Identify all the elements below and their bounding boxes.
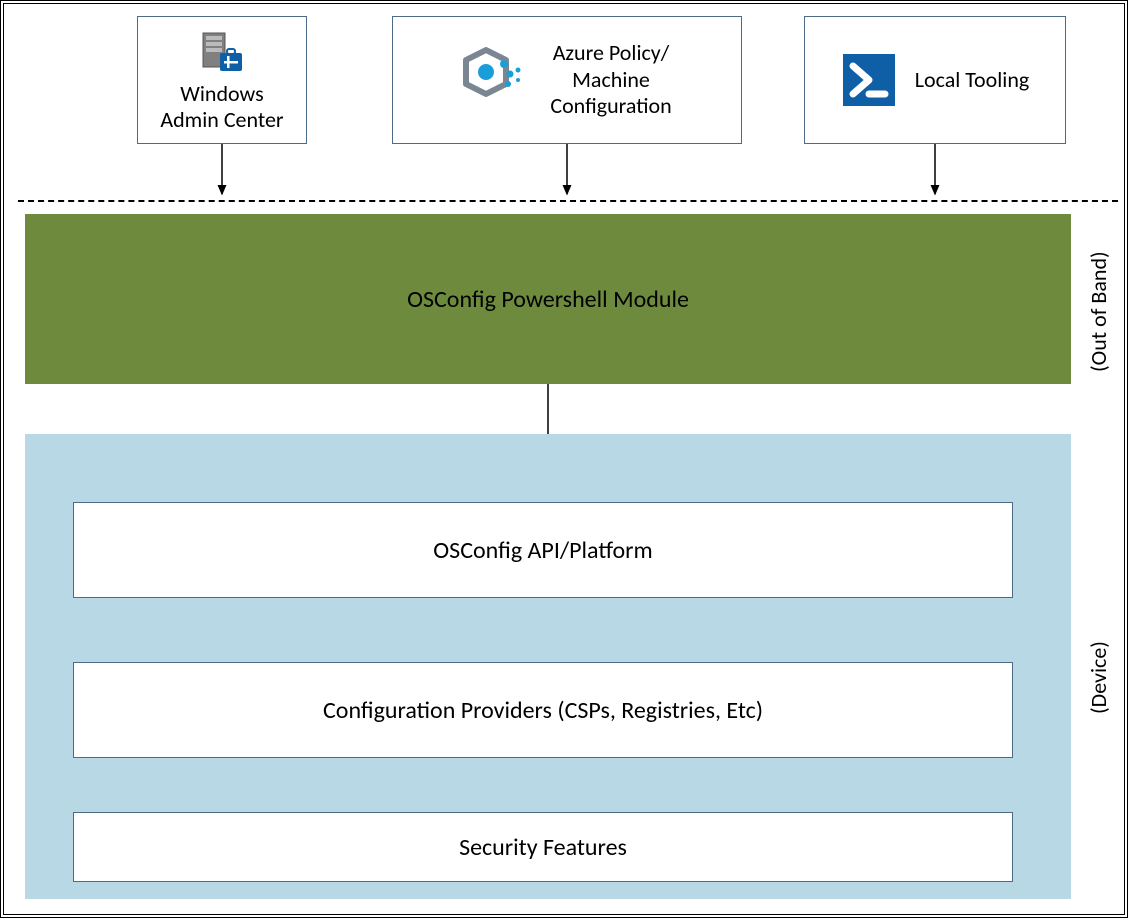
- device-block: OSConfig API/Platform Configuration Prov…: [25, 434, 1071, 899]
- inner-config-providers: Configuration Providers (CSPs, Registrie…: [73, 662, 1013, 758]
- side-label-out-of-band: (Out of Band): [1085, 222, 1112, 372]
- diagram-frame: Windows Admin Center Azure Policy/ Machi…: [0, 0, 1128, 918]
- inner-label: Security Features: [459, 833, 627, 862]
- side-label-text: (Device): [1085, 641, 1112, 714]
- dashed-divider: [18, 200, 1118, 202]
- inner-osconfig-api: OSConfig API/Platform: [73, 502, 1013, 598]
- side-label-device: (Device): [1085, 614, 1112, 714]
- inner-label: OSConfig API/Platform: [433, 536, 652, 565]
- osconfig-powershell-module: OSConfig Powershell Module: [25, 214, 1071, 384]
- side-label-text: (Out of Band): [1085, 251, 1112, 372]
- green-band-label: OSConfig Powershell Module: [407, 285, 689, 314]
- inner-security-features: Security Features: [73, 812, 1013, 882]
- inner-label: Configuration Providers (CSPs, Registrie…: [323, 696, 763, 725]
